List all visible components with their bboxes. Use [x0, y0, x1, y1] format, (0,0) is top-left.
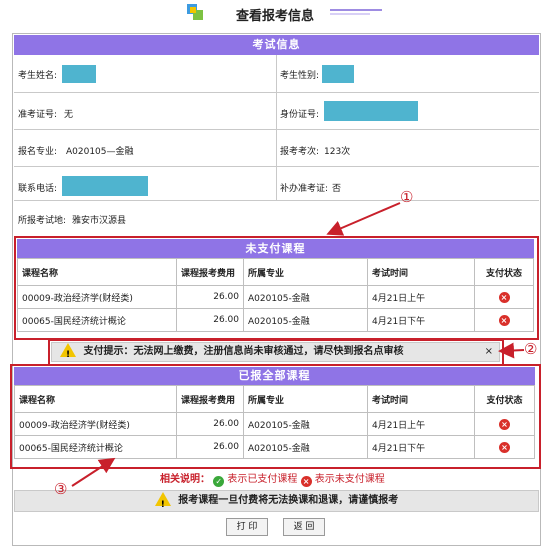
id-label: 身份证号: [280, 110, 320, 120]
phone-value-redacted [62, 176, 148, 196]
col-status: 支付状态 [474, 385, 535, 413]
paid-check-icon: ✓ [213, 476, 225, 487]
unpaid-status-icon: × [499, 441, 510, 453]
table-row: 00065-国民经济统计概论 26.00 A020105-金融 4月21日下午 … [17, 308, 534, 332]
gender-label: 考生性别: [280, 71, 320, 81]
col-status: 支付状态 [474, 258, 534, 286]
unpaid-table: 课程名称 课程报考费用 所属专业 考试时间 支付状态 00009-政治经济学(财… [17, 258, 534, 332]
location-value: 雅安市汉源县 [72, 216, 127, 226]
count-value: 123次 [324, 147, 351, 157]
status-cell: × [474, 435, 535, 459]
info-row-2 [14, 92, 539, 130]
admission-value: 无 [64, 110, 74, 120]
course-major: A020105-金融 [243, 412, 368, 436]
col-fee: 课程报考费用 [176, 385, 244, 413]
name-value-redacted [62, 65, 96, 83]
admission-label: 准考证号: [18, 110, 58, 120]
status-cell: × [474, 412, 535, 436]
status-cell: × [474, 285, 534, 309]
unpaid-table-wrap: 课程名称 课程报考费用 所属专业 考试时间 支付状态 00009-政治经济学(财… [17, 258, 534, 332]
course-fee: 26.00 [176, 285, 244, 309]
decorative-lines [330, 9, 382, 15]
table-row: 00065-国民经济统计概论 26.00 A020105-金融 4月21日下午 … [14, 435, 535, 459]
info-app-icon [187, 4, 203, 20]
course-time: 4月21日上午 [367, 412, 475, 436]
pay-tip-text: 支付提示：无法网上缴费，注册信息尚未审核通过，请尽快到报名点审核 [83, 346, 404, 357]
major-label: 报名专业: [18, 147, 58, 157]
unpaid-status-icon: × [499, 418, 510, 430]
status-cell: × [474, 308, 534, 332]
col-time: 考试时间 [367, 258, 475, 286]
warning-icon: ! [154, 492, 171, 510]
legend-unpaid-text: 表示未支付课程 [314, 474, 385, 485]
all-courses-table: 课程名称 课程报考费用 所属专业 考试时间 支付状态 00009-政治经济学(财… [14, 385, 535, 459]
legend-label: 相关说明： [160, 474, 210, 485]
back-button[interactable]: 返 回 [283, 518, 325, 536]
course-fee: 26.00 [176, 435, 244, 459]
exam-info-header: 考试信息 [14, 35, 539, 55]
id-value-redacted [324, 101, 418, 121]
table-header-row: 课程名称 课程报考费用 所属专业 考试时间 支付状态 [17, 258, 534, 286]
reissue-label: 补办准考证: [280, 184, 329, 194]
close-icon[interactable]: × [485, 343, 493, 361]
gender-value-redacted [322, 65, 354, 83]
exam-info-grid: 考生姓名: 考生性别: 准考证号: 无 身份证号: 报名专业: A020105—… [14, 55, 539, 235]
count-label: 报考考次: [280, 147, 320, 157]
table-header-row: 课程名称 课程报考费用 所属专业 考试时间 支付状态 [14, 385, 535, 413]
callout-two: ② [524, 340, 538, 358]
course-fee: 26.00 [176, 308, 244, 332]
col-course: 课程名称 [14, 385, 177, 413]
course-major: A020105-金融 [243, 285, 368, 309]
course-time: 4月21日上午 [367, 285, 475, 309]
reissue-value: 否 [332, 184, 342, 194]
print-button[interactable]: 打 印 [226, 518, 268, 536]
pay-tip-bar: ! 支付提示：无法网上缴费，注册信息尚未审核通过，请尽快到报名点审核 × [51, 342, 500, 362]
page-title: 查看报考信息 [236, 9, 315, 24]
unpaid-header: 未支付课程 [17, 239, 534, 258]
course-major: A020105-金融 [243, 435, 368, 459]
course-name: 00009-政治经济学(财经类) [14, 412, 177, 436]
major-value: A020105—金融 [66, 147, 134, 157]
unpaid-x-icon: × [300, 476, 312, 487]
warning-icon: ! [60, 343, 76, 360]
location-label: 所报考试地: [18, 216, 67, 226]
notice-text: 报考课程一旦付费将无法换课和退课，请谨慎报考 [178, 495, 399, 506]
all-courses-table-wrap: 课程名称 课程报考费用 所属专业 考试时间 支付状态 00009-政治经济学(财… [14, 385, 535, 459]
phone-label: 联系电话: [18, 184, 58, 194]
all-courses-header: 已报全部课程 [14, 367, 535, 385]
course-name: 00065-国民经济统计概论 [17, 308, 177, 332]
status-legend: 相关说明： ✓ 表示已支付课程 × 表示未支付课程 [160, 470, 385, 487]
col-fee: 课程报考费用 [176, 258, 244, 286]
name-label: 考生姓名: [18, 71, 58, 81]
course-name: 00009-政治经济学(财经类) [17, 285, 177, 309]
course-time: 4月21日下午 [367, 308, 475, 332]
course-time: 4月21日下午 [367, 435, 475, 459]
callout-three: ③ [54, 480, 68, 498]
col-major: 所属专业 [243, 258, 368, 286]
notice-bar: ! 报考课程一旦付费将无法换课和退课，请谨慎报考 [14, 490, 539, 512]
course-major: A020105-金融 [243, 308, 368, 332]
course-fee: 26.00 [176, 412, 244, 436]
table-row: 00009-政治经济学(财经类) 26.00 A020105-金融 4月21日上… [14, 412, 535, 436]
callout-one: ① [400, 188, 414, 206]
table-row: 00009-政治经济学(财经类) 26.00 A020105-金融 4月21日上… [17, 285, 534, 309]
col-course: 课程名称 [17, 258, 177, 286]
course-name: 00065-国民经济统计概论 [14, 435, 177, 459]
col-major: 所属专业 [243, 385, 368, 413]
legend-paid-text: 表示已支付课程 [227, 474, 298, 485]
unpaid-status-icon: × [498, 314, 510, 326]
unpaid-status-icon: × [498, 291, 510, 303]
col-time: 考试时间 [367, 385, 475, 413]
